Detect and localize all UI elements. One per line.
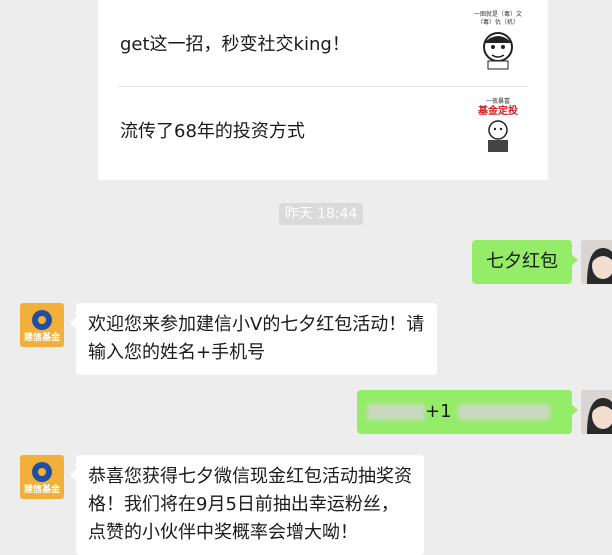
user-avatar-icon	[581, 390, 612, 434]
bank-logo-icon	[32, 310, 52, 330]
chat-bubble-self[interactable]: +1	[357, 390, 578, 434]
user-avatar-icon	[581, 240, 612, 284]
redacted-text	[457, 404, 550, 420]
thumb-caption: 一夜暴富	[485, 98, 510, 105]
message-timestamp: 昨天 18:44	[279, 203, 363, 225]
avatar[interactable]: 建信基金	[20, 455, 64, 499]
bank-logo-icon	[32, 462, 52, 482]
chat-bubble-self[interactable]: 七夕红包	[472, 240, 578, 284]
cartoon-face-icon	[483, 32, 513, 70]
avatar[interactable]	[581, 390, 612, 434]
article-title: get这一招，秒变社交king！	[120, 34, 350, 55]
sender-name: 建信基金	[23, 333, 60, 343]
article-title: 流传了68年的投资方式	[120, 121, 305, 142]
article-card: get这一招，秒变社交king！ 一图就是（毒）文（毒）仇（机） 流传了68年的…	[98, 0, 548, 180]
article-item[interactable]: get这一招，秒变社交king！ 一图就是（毒）文（毒）仇（机）	[118, 0, 528, 86]
chat-bubble-other[interactable]: 恭喜您获得七夕微信现金红包活动抽奖资格！我们将在9月5日前抽出幸运粉丝，点赞的小…	[70, 455, 424, 555]
message-text: 恭喜您获得七夕微信现金红包活动抽奖资格！我们将在9月5日前抽出幸运粉丝，点赞的小…	[88, 466, 412, 543]
article-thumbnail: 一图就是（毒）文（毒）仇（机）	[470, 11, 526, 75]
article-item[interactable]: 流传了68年的投资方式 一夜暴富 基金定投	[118, 86, 528, 173]
sender-name: 建信基金	[23, 485, 60, 495]
message-text: 欢迎您来参加建信小V的七夕红包活动！请输入您的姓名+手机号	[88, 314, 425, 363]
avatar[interactable]	[581, 240, 612, 284]
chat-bubble-other[interactable]: 欢迎您来参加建信小V的七夕红包活动！请输入您的姓名+手机号	[70, 303, 437, 375]
thumb-highlight: 基金定投	[478, 106, 518, 117]
cartoon-man-icon	[488, 120, 508, 152]
avatar[interactable]: 建信基金	[20, 303, 64, 347]
message-text: 七夕红包	[486, 251, 558, 272]
redacted-text	[367, 404, 425, 420]
message-text: +1	[425, 401, 452, 422]
thumb-caption: 一图就是（毒）文（毒）仇（机）	[473, 11, 522, 26]
article-thumbnail: 一夜暴富 基金定投	[470, 98, 526, 162]
